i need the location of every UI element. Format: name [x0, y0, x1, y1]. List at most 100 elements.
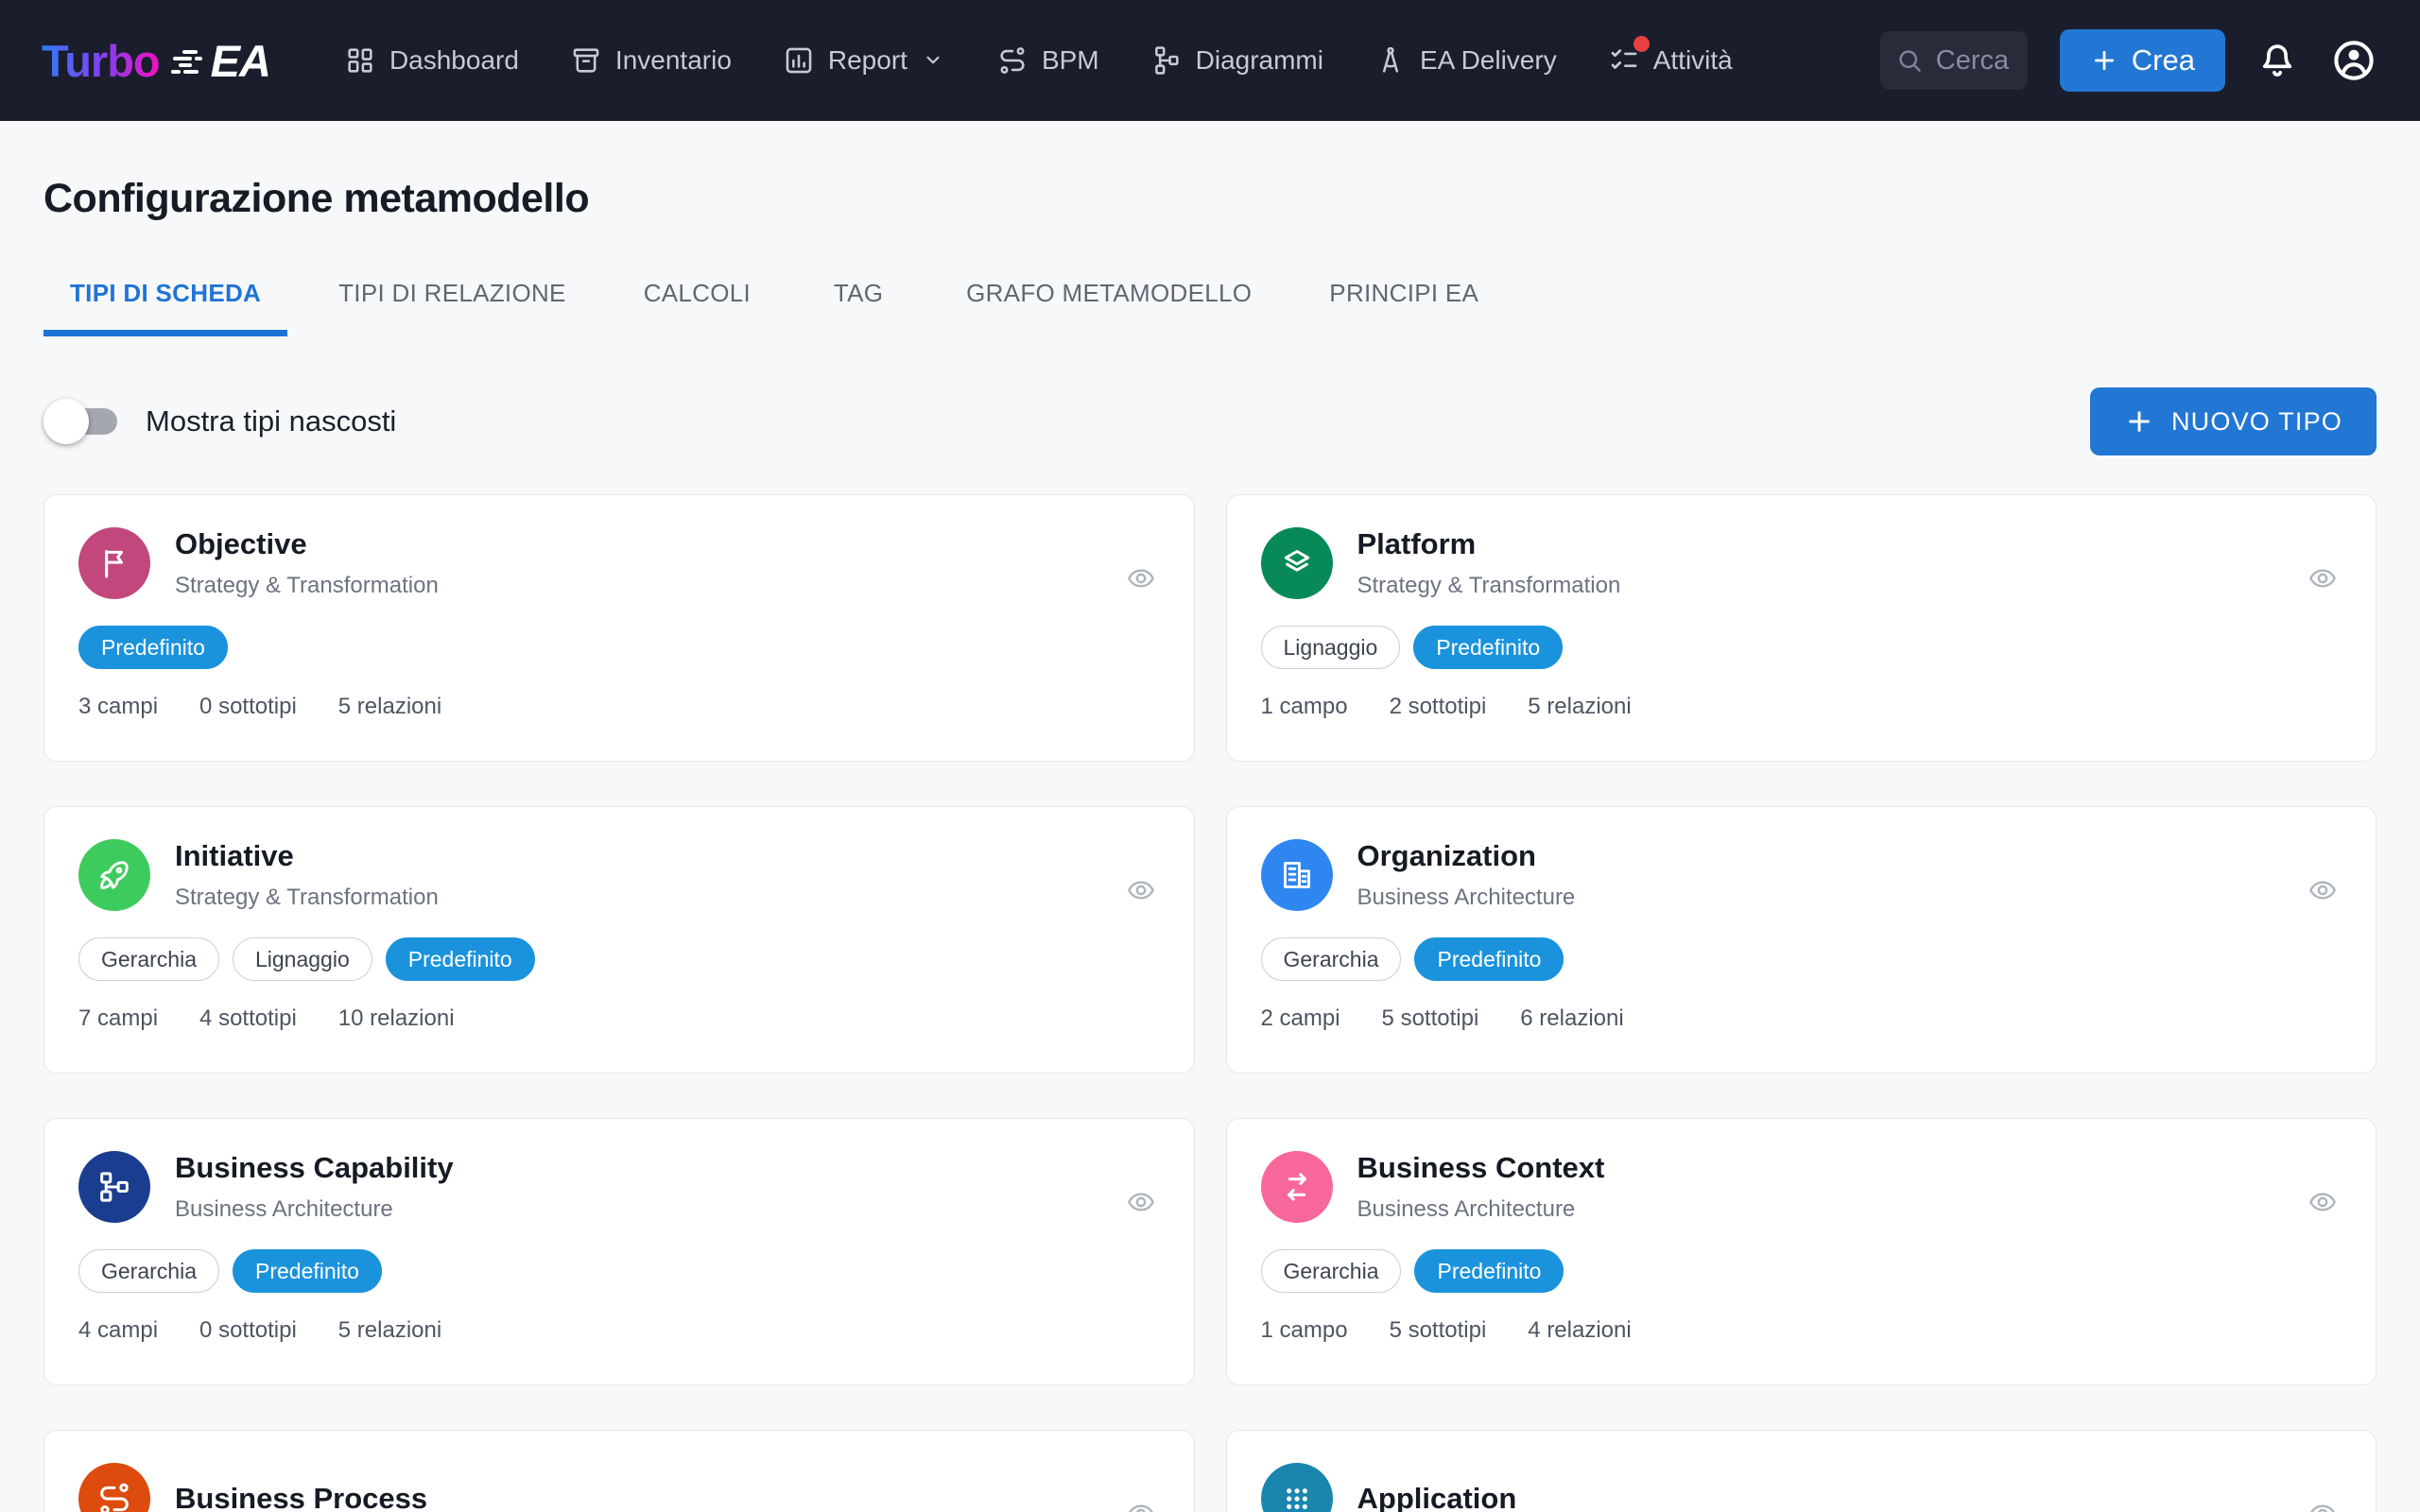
search-input[interactable]: [1935, 44, 2010, 77]
card-subtitle: Strategy & Transformation: [175, 573, 439, 598]
eye-icon[interactable]: [2304, 1499, 2342, 1512]
eye-icon[interactable]: [2304, 875, 2342, 905]
eye-icon[interactable]: [1122, 875, 1160, 905]
badge-predefinito: Predefinito: [1414, 937, 1564, 981]
card-header: Application: [1260, 1463, 2342, 1512]
card-subtitle: Business Architecture: [1357, 885, 1576, 910]
eye-icon[interactable]: [1122, 1499, 1160, 1512]
type-card-business-process[interactable]: Business Process: [43, 1430, 1195, 1512]
eye-icon[interactable]: [1122, 1187, 1160, 1217]
app-logo[interactable]: Turbo EA: [42, 35, 271, 87]
page-title: Configurazione metamodello: [43, 176, 590, 221]
type-card-initiative[interactable]: Initiative Strategy & Transformation Gerar…: [43, 806, 1195, 1074]
chevron-down-icon: [921, 43, 945, 78]
tab-calcoli[interactable]: CALCOLI: [617, 269, 777, 336]
controls-row: Mostra tipi nascosti NUOVO TIPO: [43, 387, 2377, 455]
logo-ea-text: EA: [210, 35, 271, 86]
bpm-icon: [996, 44, 1028, 77]
card-badges: Gerarchia Predefinito: [1260, 937, 2342, 981]
card-header: Business Capability Business Architecture: [78, 1151, 1160, 1223]
nav-item-label: Dashboard: [389, 45, 519, 75]
card-title: Application: [1357, 1482, 1517, 1512]
badge-predefinito: Predefinito: [232, 1249, 382, 1293]
compass-icon: [1374, 44, 1407, 77]
card-types-grid: Objective Strategy & Transformation Predef…: [43, 494, 2377, 1512]
account-button[interactable]: [2329, 36, 2378, 85]
type-card-organization[interactable]: Organization Business Architecture Gerarch…: [1225, 806, 2377, 1074]
tasks-icon: [1608, 36, 1650, 77]
badge-gerarchia: Gerarchia: [78, 937, 219, 981]
workflow-icon: [78, 1463, 150, 1512]
type-card-platform[interactable]: Platform Strategy & Transformation Lignagg…: [1225, 494, 2377, 762]
card-badges: Gerarchia Lignaggio Predefinito: [78, 937, 1160, 981]
stat-relazioni: 6 relazioni: [1520, 1005, 1624, 1031]
toggle-thumb: [43, 399, 89, 444]
nav-item-diagrammi[interactable]: Diagrammi: [1150, 44, 1323, 77]
card-stats: 7 campi 4 sottotipi 10 relazioni: [78, 1005, 1160, 1032]
nav-item-inventario[interactable]: Inventario: [570, 44, 732, 77]
card-stats: 2 campi 5 sottotipi 6 relazioni: [1261, 1005, 2342, 1032]
type-card-business-context[interactable]: Business Context Business Architecture Ger…: [1225, 1118, 2377, 1385]
badge-lignaggio: Lignaggio: [232, 937, 372, 981]
stat-relazioni: 5 relazioni: [337, 694, 442, 719]
stat-sottotipi: 0 sottotipi: [199, 694, 297, 719]
stat-campo: 1 campo: [1260, 1317, 1348, 1343]
flag-icon: [78, 527, 150, 599]
tab-tipi-di-scheda[interactable]: TIPI DI SCHEDA: [43, 269, 288, 336]
card-badges: Gerarchia Predefinito: [78, 1249, 1160, 1293]
stat-campi: 2 campi: [1260, 1005, 1340, 1031]
badge-gerarchia: Gerarchia: [1260, 937, 1402, 981]
search-box[interactable]: [1879, 31, 2028, 90]
nav-item-ea-delivery[interactable]: EA Delivery: [1374, 44, 1557, 77]
crea-button[interactable]: Crea: [2059, 29, 2225, 92]
card-badges: Predefinito: [78, 626, 1160, 669]
type-card-business-capability[interactable]: Business Capability Business Architecture…: [43, 1118, 1195, 1385]
stat-campi: 3 campi: [78, 694, 159, 719]
card-stats: 1 campo 2 sottotipi 5 relazioni: [1261, 694, 2342, 720]
show-hidden-toggle[interactable]: [43, 398, 125, 445]
show-hidden-toggle-group: Mostra tipi nascosti: [43, 398, 396, 445]
stat-sottotipi: 4 sottotipi: [199, 1005, 297, 1031]
nav-item-dashboard[interactable]: Dashboard: [344, 44, 519, 77]
plus-icon: [2094, 50, 2114, 71]
tab-tipi-di-relazione[interactable]: TIPI DI RELAZIONE: [312, 269, 593, 336]
layers-icon: [1260, 527, 1333, 599]
card-title: Platform: [1357, 527, 1477, 560]
card-stats: 4 campi 0 sottotipi 5 relazioni: [78, 1317, 1160, 1344]
card-header: Business Process: [78, 1463, 1160, 1512]
card-header: Platform Strategy & Transformation: [1260, 527, 2342, 599]
nav-item-label: Inventario: [614, 45, 732, 75]
eye-icon[interactable]: [2304, 563, 2342, 593]
stat-relazioni: 4 relazioni: [1528, 1317, 1632, 1343]
tab-principi-ea[interactable]: PRINCIPI EA: [1303, 269, 1505, 336]
plus-icon: [2129, 411, 2150, 432]
rocket-icon: [78, 839, 150, 911]
card-header: Organization Business Architecture: [1260, 839, 2342, 911]
type-card-objective[interactable]: Objective Strategy & Transformation Predef…: [43, 494, 1195, 762]
eye-icon[interactable]: [2304, 1187, 2342, 1217]
eye-icon[interactable]: [1122, 563, 1160, 593]
nav-item-attivit[interactable]: Attività: [1608, 36, 1733, 77]
new-type-button[interactable]: NUOVO TIPO: [2089, 387, 2377, 455]
card-title: Objective: [175, 527, 307, 560]
nav-item-label: Diagrammi: [1195, 45, 1323, 75]
sitemap-icon: [78, 1151, 150, 1223]
badge-predefinito: Predefinito: [1414, 1249, 1564, 1293]
badge-predefinito: Predefinito: [385, 937, 535, 981]
notifications-button[interactable]: [2257, 39, 2297, 82]
tab-grafo-metamodello[interactable]: GRAFO METAMODELLO: [940, 269, 1278, 336]
logo-turbo-text: Turbo: [42, 35, 161, 86]
card-badges: Gerarchia Predefinito: [1260, 1249, 2342, 1293]
card-title: Business Capability: [175, 1151, 454, 1184]
main-content: Configurazione metamodello TIPI DI SCHED…: [0, 176, 2420, 1512]
building-icon: [1260, 839, 1333, 911]
nav-item-bpm[interactable]: BPM: [996, 44, 1099, 77]
tab-tag[interactable]: TAG: [802, 269, 915, 336]
badge-gerarchia: Gerarchia: [1260, 1249, 1402, 1293]
card-title: Business Process: [175, 1482, 428, 1512]
type-card-application[interactable]: Application: [1225, 1430, 2377, 1512]
nav-item-report[interactable]: Report: [783, 43, 945, 78]
card-subtitle: Business Architecture: [175, 1196, 393, 1222]
diagrams-icon: [1150, 44, 1183, 77]
stat-relazioni: 5 relazioni: [1528, 694, 1632, 719]
